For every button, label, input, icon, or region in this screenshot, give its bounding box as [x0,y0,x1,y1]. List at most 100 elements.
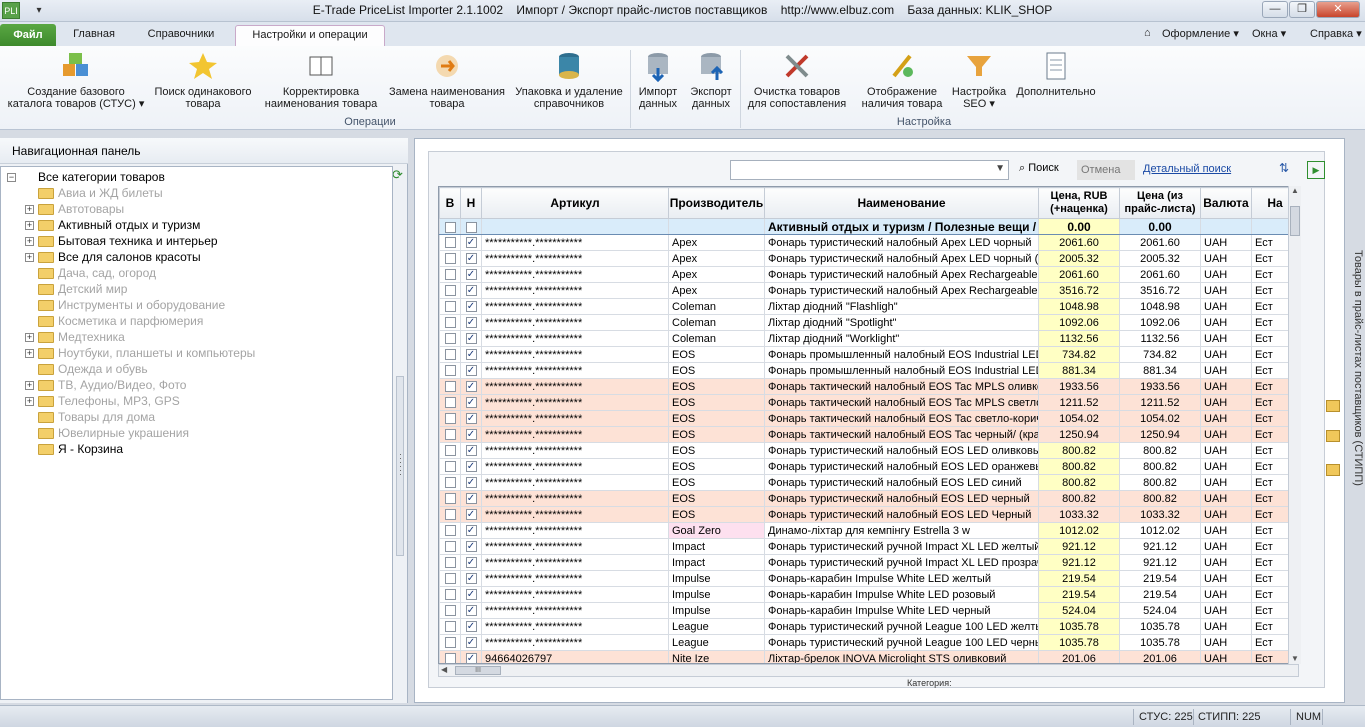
table-row[interactable]: ✓ ***********.*********** Coleman Ліхтар ді… [439,298,1298,315]
checkbox-checked[interactable]: ✓ [465,349,477,361]
table-row[interactable]: ✓ ***********.*********** EOS Фонарь тактич… [439,394,1298,411]
export-data-button[interactable]: Экспорт данных [686,48,736,110]
table-row[interactable]: ✓ ***********.*********** EOS Фонарь промыш… [439,346,1298,363]
folder-icon[interactable] [1326,400,1340,412]
group-cell-v[interactable] [439,218,461,235]
checkbox[interactable] [444,269,456,281]
horizontal-scrollbar[interactable]: ◀ III [438,664,1299,677]
folder-edit-icon[interactable] [1326,464,1340,476]
checkbox-checked[interactable]: ✓ [465,285,477,297]
column-header[interactable]: Наименование [764,187,1039,219]
checkbox[interactable] [444,637,456,649]
home-icon[interactable]: ⌂ [1144,27,1151,39]
checkbox[interactable] [444,333,456,345]
checkbox-checked[interactable]: ✓ [465,381,477,393]
tree-root[interactable]: − Все категории товаров [7,169,165,185]
checkbox-checked[interactable]: ✓ [465,525,477,537]
tree-item[interactable]: Дача, сад, огород [25,265,156,281]
checkbox-checked[interactable]: ✓ [465,541,477,553]
tab-references[interactable]: Справочники [134,25,228,46]
menu-windows[interactable]: Окна ▾ [1252,27,1286,40]
checkbox-checked[interactable]: ✓ [465,637,477,649]
checkbox-checked[interactable]: ✓ [465,269,477,281]
tree-item[interactable]: + Бытовая техника и интерьер [25,233,218,249]
sort-icon[interactable]: ⇅ [1279,161,1297,179]
tree-item[interactable]: + Телефоны, MP3, GPS [25,393,180,409]
table-row[interactable]: ✓ ***********.*********** EOS Фонарь промыш… [439,362,1298,379]
checkbox[interactable] [444,301,456,313]
display-stock-button[interactable]: Отображение наличия товара [856,48,948,110]
tab-file[interactable]: Файл [0,24,56,46]
table-row[interactable]: ✓ ***********.*********** Impact Фонарь тур… [439,554,1298,571]
scroll-left-icon[interactable]: ◀ [441,665,447,674]
checkbox[interactable] [444,621,456,633]
table-row[interactable]: ✓ ***********.*********** Apex Фонарь турис… [439,282,1298,299]
vertical-scroll-thumb[interactable] [1290,206,1300,236]
checkbox-checked[interactable]: ✓ [465,589,477,601]
checkbox-checked[interactable]: ✓ [465,509,477,521]
tree-item[interactable]: Детский мир [25,281,127,297]
table-row[interactable]: ✓ ***********.*********** EOS Фонарь тактич… [439,426,1298,443]
create-catalog-button[interactable]: Создание базового каталога товаров (СТУС… [6,48,146,110]
checkbox[interactable] [444,445,456,457]
table-row[interactable]: ✓ ***********.*********** Apex Фонарь турис… [439,266,1298,283]
table-row[interactable]: ✓ ***********.*********** EOS Фонарь турист… [439,490,1298,507]
checkbox-checked[interactable]: ✓ [465,477,477,489]
table-row[interactable]: ✓ ***********.*********** League Фонарь тур… [439,618,1298,635]
table-row[interactable]: ✓ ***********.*********** EOS Фонарь турист… [439,506,1298,523]
table-row[interactable]: ✓ ***********.*********** Impulse Фонарь-ка… [439,570,1298,587]
tree-item[interactable]: Товары для дома [25,409,155,425]
table-row[interactable]: ✓ ***********.*********** EOS Фонарь турист… [439,458,1298,475]
vertical-scrollbar[interactable]: ▲ ▼ [1288,186,1301,664]
tree-item[interactable]: Инструменты и оборудование [25,297,225,313]
tree-item[interactable]: + Активный отдых и туризм [25,217,200,233]
scroll-up-icon[interactable]: ▲ [1289,186,1301,195]
replace-name-button[interactable]: Замена наименования товара [384,48,510,110]
products-grid[interactable]: В Н Артикул Производитель Наименование Цена, … [438,186,1299,664]
cancel-button[interactable]: Отмена [1077,160,1135,180]
expand-icon[interactable]: + [25,397,34,407]
tree-item[interactable]: Ювелирные украшения [25,425,189,441]
column-header[interactable]: Цена, RUB (+наценка) [1038,187,1120,219]
minimize-icon[interactable]: — [1262,1,1288,18]
table-row[interactable]: ✓ ***********.*********** Coleman Ліхтар ді… [439,314,1298,331]
table-row[interactable]: ✓ ***********.*********** Apex Фонарь турис… [439,250,1298,267]
collapse-icon[interactable]: − [7,173,16,183]
checkbox[interactable] [444,253,456,265]
folder-remove-icon[interactable] [1326,430,1340,442]
expand-icon[interactable]: + [25,237,34,247]
checkbox-checked[interactable]: ✓ [465,493,477,505]
checkbox-checked[interactable]: ✓ [465,365,477,377]
table-row[interactable]: ✓ 94664026797 Nite Ize Ліхтар-брелок INOVA … [439,650,1298,663]
checkbox-checked[interactable]: ✓ [465,653,477,663]
tree-item[interactable]: Авиа и ЖД билеты [25,185,163,201]
pack-references-button[interactable]: Упаковка и удаление справочников [512,48,626,110]
table-row[interactable]: ✓ ***********.*********** EOS Фонарь турист… [439,442,1298,459]
expand-icon[interactable]: + [25,333,34,343]
checkbox-checked[interactable]: ✓ [465,317,477,329]
checkbox-checked[interactable]: ✓ [465,301,477,313]
checkbox-checked[interactable]: ✓ [465,429,477,441]
group-row[interactable]: Активный отдых и туризм / Полезные вещи … [439,218,1298,235]
chevron-down-icon[interactable]: ▼ [995,163,1005,174]
column-header[interactable]: В [439,187,461,219]
table-row[interactable]: ✓ ***********.*********** EOS Фонарь тактич… [439,410,1298,427]
column-header[interactable]: Артикул [481,187,669,219]
side-panel-tab[interactable]: Товары в прайс-листах поставщиков (СТИПП… [1350,250,1364,510]
expand-icon[interactable]: + [25,205,34,215]
column-header[interactable]: Производитель [668,187,765,219]
checkbox[interactable] [444,397,456,409]
table-row[interactable]: ✓ ***********.*********** Impulse Фонарь-ка… [439,586,1298,603]
horizontal-scroll-thumb[interactable]: III [455,666,501,675]
column-header[interactable]: Н [460,187,482,219]
checkbox-checked[interactable]: ✓ [465,461,477,473]
export-grid-icon[interactable]: ▶ [1307,161,1325,179]
checkbox[interactable] [444,589,456,601]
table-row[interactable]: ✓ ***********.*********** EOS Фонарь тактич… [439,378,1298,395]
expand-icon[interactable]: + [25,253,34,263]
checkbox[interactable] [444,221,456,233]
checkbox[interactable] [444,429,456,441]
category-tree[interactable]: − Все категории товаров Авиа и ЖД билеты +… [0,166,393,700]
checkbox[interactable] [465,221,477,233]
maximize-icon[interactable]: ❐ [1289,1,1315,18]
